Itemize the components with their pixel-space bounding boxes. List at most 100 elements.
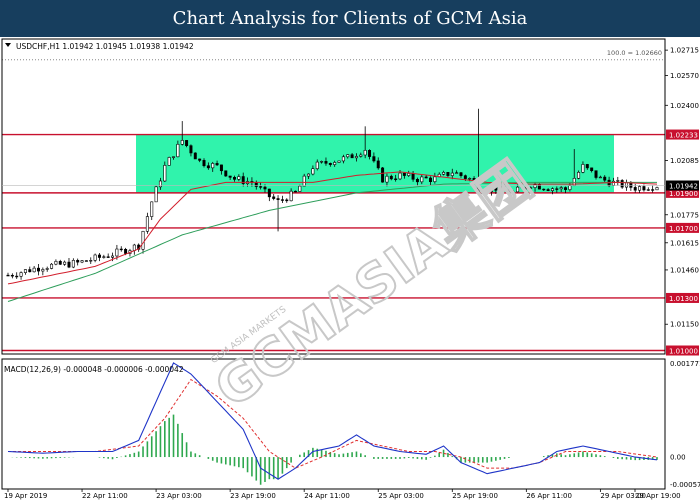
candle-body — [141, 230, 145, 250]
candle-body — [555, 188, 559, 190]
candle-body — [368, 150, 372, 157]
candle-body — [603, 176, 607, 181]
candle-body — [616, 180, 620, 182]
macd-y-tick-label: 0.001771 — [670, 360, 700, 368]
y-tick-label: 1.02400 — [670, 102, 699, 110]
candle-body — [550, 188, 554, 191]
candle-body — [411, 173, 415, 180]
candle-body — [41, 269, 45, 272]
candle-body — [198, 158, 202, 161]
candle-body — [289, 190, 293, 202]
candle-body — [581, 164, 585, 173]
candle-body — [10, 274, 14, 277]
candle-body — [89, 260, 93, 262]
candle-body — [354, 156, 358, 159]
candle-body — [111, 255, 115, 258]
x-tick-label: 19 Apr 2019 — [4, 492, 47, 500]
candle-body — [315, 161, 319, 170]
candle-body — [442, 171, 446, 175]
candle-body — [459, 172, 463, 176]
level-label: 1.01300 — [669, 295, 698, 303]
x-tick-label: 23 Apr 19:00 — [230, 492, 276, 500]
candle-body — [359, 154, 363, 157]
candle-body — [219, 164, 223, 172]
candle-body — [254, 182, 258, 187]
candle-body — [633, 187, 637, 191]
candle-body — [37, 267, 40, 272]
candle-body — [455, 172, 459, 174]
candle-body — [646, 189, 650, 191]
candle-body — [568, 185, 572, 190]
candle-body — [424, 176, 428, 179]
candle-body — [58, 260, 62, 265]
candle-body — [298, 185, 302, 192]
level-label: 1.01000 — [669, 347, 698, 355]
candle-body — [259, 186, 263, 188]
candle-body — [372, 156, 376, 162]
candle-body — [224, 170, 228, 177]
candle-body — [381, 167, 385, 183]
candle-body — [446, 171, 450, 176]
candle-body — [185, 140, 189, 146]
candle-body — [63, 261, 67, 265]
candle-body — [167, 157, 171, 166]
current-price-label: 1.01942 — [669, 183, 698, 191]
candle-body — [376, 160, 380, 169]
candle-body — [328, 163, 332, 165]
candle-body — [215, 163, 219, 166]
x-tick-label: 26 Apr 11:00 — [526, 492, 572, 500]
candle-body — [280, 199, 284, 201]
candle-body — [285, 199, 289, 202]
candle-body — [594, 170, 598, 178]
candle-body — [625, 182, 628, 188]
candle-body — [420, 176, 424, 183]
candle-body — [346, 154, 350, 158]
level-label: 1.01900 — [669, 190, 698, 198]
candle-body — [206, 165, 210, 169]
candle-body — [293, 190, 297, 193]
candle-body — [577, 172, 581, 179]
candle-body — [45, 268, 49, 270]
macd-y-tick-label: 0.00 — [670, 454, 686, 462]
candle-body — [71, 260, 75, 268]
banner-title: Chart Analysis for Clients of GCM Asia — [0, 0, 700, 37]
x-tick-label: 29 Apr 19:00 — [635, 492, 681, 500]
candle-body — [176, 143, 180, 158]
candle-body — [102, 256, 106, 258]
candle-body — [324, 161, 328, 164]
candle-body — [84, 260, 88, 262]
candle-body — [19, 272, 23, 277]
level-label: 1.01700 — [669, 225, 698, 233]
x-tick-label: 23 Apr 03:00 — [156, 492, 202, 500]
candle-body — [655, 187, 659, 191]
candle-body — [450, 172, 454, 176]
y-tick-label: 1.02715 — [670, 47, 699, 55]
chart-canvas: 1.02715 1.02570 1.02400 1.02085 1.01775 1.016… — [0, 37, 700, 500]
candle-body — [598, 176, 602, 179]
candle-body — [311, 168, 315, 175]
macd-header: MACD(12,26,9) -0.000048 -0.000006 -0.000… — [4, 365, 184, 374]
candle-body — [23, 269, 27, 273]
x-tick-label: 25 Apr 03:00 — [378, 492, 424, 500]
candle-body — [6, 274, 10, 277]
candle-body — [407, 173, 411, 176]
candle-body — [124, 249, 128, 254]
y-tick-label: 1.02570 — [670, 72, 699, 80]
candle-body — [542, 188, 546, 191]
candle-body — [385, 175, 389, 183]
candle-body — [115, 248, 119, 257]
chart-symbol-header: USDCHF,H1 1.01942 1.01945 1.01938 1.0194… — [16, 42, 194, 51]
y-tick-label: 1.01615 — [670, 239, 699, 247]
candle-body — [564, 187, 568, 190]
candle-body — [15, 275, 19, 278]
candle-body — [32, 267, 36, 273]
y-tick-label: 1.01775 — [670, 211, 699, 219]
candle-body — [119, 248, 123, 251]
candle-body — [341, 156, 345, 162]
candle-body — [559, 187, 563, 190]
candle-body — [415, 178, 419, 183]
candle-body — [402, 172, 406, 176]
y-tick-label: 1.01150 — [670, 321, 699, 329]
candle-body — [533, 184, 537, 188]
candle-body — [394, 178, 398, 180]
